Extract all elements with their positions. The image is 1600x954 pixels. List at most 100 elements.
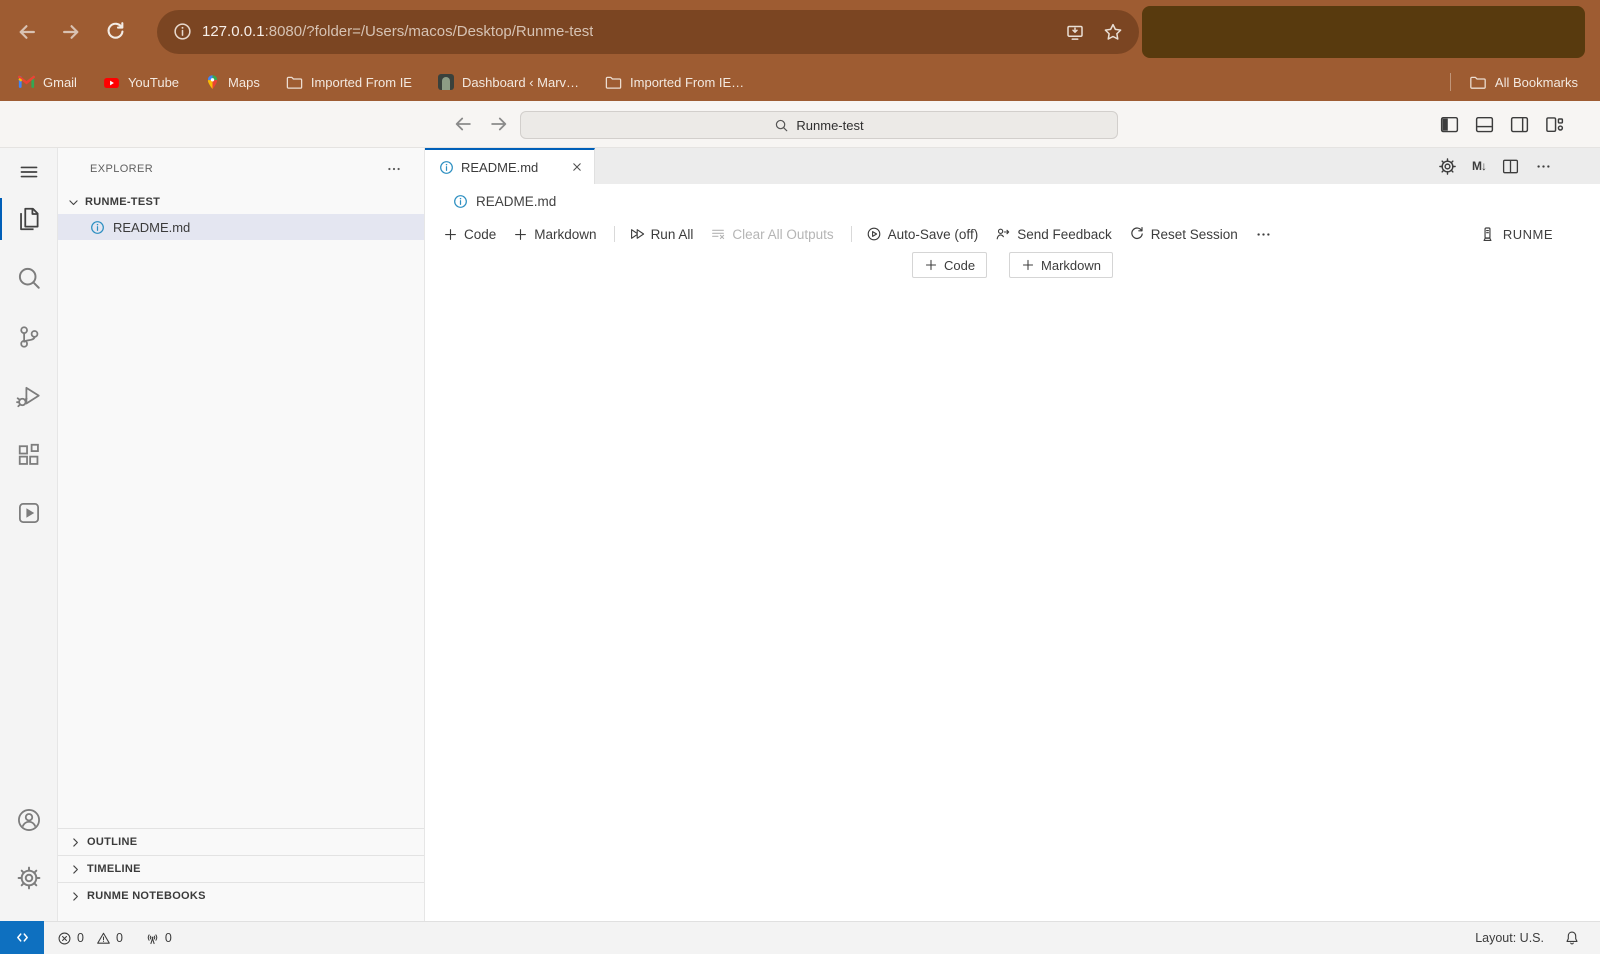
sidebar-item-runme[interactable] (0, 489, 58, 537)
section-runme-notebooks[interactable]: RUNME NOTEBOOKS (58, 882, 424, 909)
sidebar-item-search[interactable] (0, 254, 58, 302)
chevron-right-icon (68, 862, 83, 877)
section-outline[interactable]: OUTLINE (58, 828, 424, 855)
history-back-icon[interactable] (452, 113, 474, 135)
bookmark-folder-imported-ie[interactable]: Imported From IE (286, 75, 412, 90)
bookmark-gmail[interactable]: Gmail (18, 75, 77, 90)
explorer-more-actions-icon[interactable] (386, 161, 402, 177)
toolbar-more-actions-icon[interactable] (1255, 226, 1272, 243)
bookmark-folder-imported-ie2[interactable]: Imported From IE… (605, 75, 744, 90)
tab-bar: README.md M↓ (425, 148, 1600, 184)
bookmarks-bar: Gmail YouTube Maps Imported From IE Dash… (0, 63, 1600, 101)
folder-icon (286, 75, 303, 90)
runme-logo-icon (1479, 226, 1496, 243)
sidebar-item-source-control[interactable] (0, 313, 58, 361)
bookmark-dashboard[interactable]: Dashboard ‹ Marv… (438, 74, 579, 90)
run-all-icon (629, 226, 645, 242)
status-bar: 0 0 0 Layout: U.S. (0, 921, 1600, 954)
browser-reload-icon[interactable] (103, 20, 127, 44)
problems-status[interactable]: 0 0 (57, 931, 123, 946)
cell-insert-row: Code Markdown (425, 250, 1600, 280)
auto-save-button[interactable]: Auto-Save (off) (866, 226, 979, 242)
command-center-search[interactable]: Runme-test (520, 111, 1118, 139)
split-editor-icon[interactable] (1501, 157, 1520, 176)
radio-tower-icon (145, 931, 160, 946)
clear-all-icon (710, 226, 726, 242)
maps-icon (205, 74, 220, 90)
play-circle-icon (866, 226, 882, 242)
bookmark-maps[interactable]: Maps (205, 74, 260, 90)
add-code-cell-button[interactable]: Code (443, 227, 496, 242)
insert-code-cell-button[interactable]: Code (912, 252, 987, 278)
refresh-icon (1129, 226, 1145, 242)
gmail-icon (18, 75, 35, 89)
toggle-panel-icon[interactable] (1474, 114, 1495, 135)
ports-status[interactable]: 0 (145, 931, 172, 946)
customize-layout-icon[interactable] (1544, 114, 1565, 135)
chevron-right-icon (68, 889, 83, 904)
error-icon (57, 931, 72, 946)
history-forward-icon[interactable] (488, 113, 510, 135)
sidebar-item-explorer[interactable] (0, 195, 58, 243)
bookmarks-separator (1450, 73, 1451, 91)
install-app-icon[interactable] (1065, 22, 1085, 42)
url-host: 127.0.0.1 (202, 23, 265, 40)
chevron-right-icon (68, 835, 83, 850)
plus-icon (513, 227, 528, 242)
activity-bar (0, 148, 58, 921)
reset-session-button[interactable]: Reset Session (1129, 226, 1238, 242)
section-timeline[interactable]: TIMELINE (58, 855, 424, 882)
search-icon (774, 118, 789, 133)
markdown-preview-icon[interactable]: M↓ (1472, 159, 1486, 173)
notebook-settings-gear-icon[interactable] (1438, 157, 1457, 176)
site-info-icon[interactable] (173, 22, 192, 41)
insert-markdown-cell-button[interactable]: Markdown (1009, 252, 1113, 278)
notifications-bell-icon[interactable] (1564, 930, 1580, 946)
address-bar[interactable]: 127.0.0.1:8080/?folder=/Users/macos/Desk… (157, 10, 1139, 54)
settings-gear-icon[interactable] (0, 854, 58, 902)
sidebar-item-extensions[interactable] (0, 431, 58, 479)
toolbar-separator (851, 226, 852, 242)
plus-icon (924, 258, 938, 272)
browser-theme-panel (1142, 6, 1585, 58)
browser-back-icon[interactable] (15, 20, 39, 44)
accounts-icon[interactable] (0, 796, 58, 844)
toggle-primary-sidebar-icon[interactable] (1439, 114, 1460, 135)
toolbar-separator (614, 226, 615, 242)
menu-icon[interactable] (0, 148, 58, 196)
editor-more-actions-icon[interactable] (1535, 158, 1552, 175)
tree-root-runme-test[interactable]: RUNME-TEST (58, 190, 424, 214)
toggle-secondary-sidebar-icon[interactable] (1509, 114, 1530, 135)
tree-item-readme[interactable]: README.md (58, 214, 424, 240)
plus-icon (443, 227, 458, 242)
folder-icon (605, 75, 622, 90)
add-markdown-cell-button[interactable]: Markdown (513, 227, 596, 242)
run-all-button[interactable]: Run All (629, 226, 694, 242)
notebook-file-label: README.md (425, 184, 1600, 218)
tab-readme[interactable]: README.md (425, 148, 595, 184)
sidebar-item-run-debug[interactable] (0, 372, 58, 420)
youtube-icon (103, 75, 120, 90)
info-file-icon (90, 220, 105, 235)
notebook-toolbar: Code Markdown Run All Clear All Outputs (425, 218, 1600, 250)
favicon-image (438, 74, 454, 90)
command-center-label: Runme-test (796, 118, 863, 133)
keyboard-layout-status[interactable]: Layout: U.S. (1475, 931, 1544, 945)
send-feedback-button[interactable]: Send Feedback (995, 226, 1112, 242)
editor-area: README.md M↓ README.md (425, 148, 1600, 921)
folder-icon (1469, 75, 1487, 90)
url-path: :8080/?folder=/Users/macos/Desktop/Runme… (265, 23, 594, 40)
vscode-titlebar: Runme-test (0, 101, 1600, 148)
warning-icon (96, 931, 111, 946)
remote-indicator[interactable] (0, 921, 44, 954)
clear-all-outputs-button[interactable]: Clear All Outputs (710, 226, 833, 242)
plus-icon (1021, 258, 1035, 272)
browser-forward-icon[interactable] (59, 20, 83, 44)
feedback-person-icon (995, 226, 1011, 242)
close-tab-icon[interactable] (570, 160, 584, 174)
all-bookmarks-button[interactable]: All Bookmarks (1469, 75, 1578, 90)
info-file-icon (453, 194, 468, 209)
bookmark-youtube[interactable]: YouTube (103, 75, 179, 90)
info-file-icon (439, 160, 454, 175)
bookmark-star-icon[interactable] (1103, 22, 1123, 42)
